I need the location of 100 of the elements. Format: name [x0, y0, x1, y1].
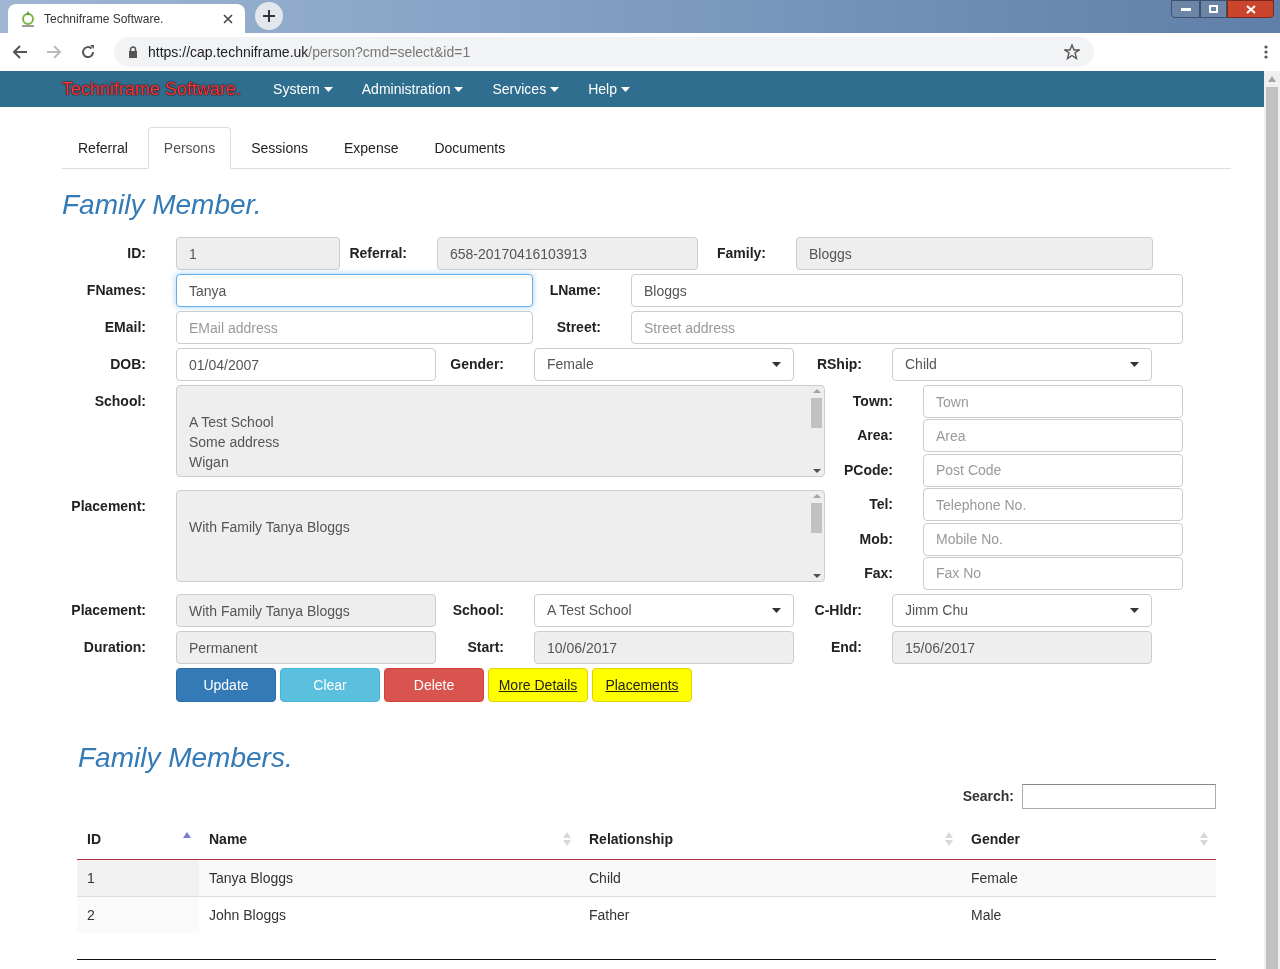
- tab[interactable]: Persons: [147, 127, 232, 169]
- input-field[interactable]: Telephone No.: [923, 488, 1183, 522]
- scroll-thumb[interactable]: [811, 503, 822, 533]
- table-cell-text: Tanya Bloggs: [208, 868, 295, 888]
- action-button[interactable]: Placements: [592, 668, 692, 702]
- input-field[interactable]: 01/04/2007: [176, 348, 436, 381]
- field-label: FNames:: [85, 281, 147, 300]
- dropdown-caret-icon: [772, 608, 781, 613]
- close-window-button[interactable]: [1227, 0, 1274, 18]
- select-field[interactable]: Child: [892, 348, 1152, 381]
- table-cell-text: John Bloggs: [208, 905, 288, 925]
- form-title: Family Member.: [62, 188, 263, 222]
- scrollbar[interactable]: [1264, 71, 1280, 969]
- field-label: School:: [451, 601, 505, 620]
- nav-menu[interactable]: Help: [588, 78, 630, 100]
- scroll-down-icon[interactable]: [812, 574, 821, 578]
- dropdown-caret-icon: [1130, 362, 1139, 367]
- table-cell-text: Female: [970, 868, 1019, 888]
- field-label: Referral:: [348, 244, 408, 263]
- input-field[interactable]: Town: [923, 385, 1183, 418]
- field-label: School:: [93, 392, 147, 411]
- scroll-up-icon[interactable]: [812, 389, 821, 393]
- field-label: Street:: [555, 318, 602, 337]
- url-text: https://cap.techniframe.uk/person?cmd=select&id=1: [148, 42, 472, 62]
- field-label: LName:: [548, 281, 602, 300]
- field-label: PCode:: [843, 460, 894, 480]
- input-field[interactable]: EMail address: [176, 311, 533, 344]
- nav-menu[interactable]: Services: [492, 78, 560, 100]
- input-field[interactable]: Street address: [631, 311, 1183, 344]
- select-field[interactable]: Female: [534, 348, 794, 381]
- input-field[interactable]: Mobile No.: [923, 522, 1183, 556]
- action-button[interactable]: More Details: [488, 668, 588, 702]
- field-label: Gender:: [449, 355, 505, 374]
- field-label: RShip:: [815, 355, 863, 374]
- star-icon[interactable]: [1064, 44, 1080, 60]
- select-field[interactable]: Jimm Chu: [892, 594, 1152, 627]
- field-label: EMail:: [103, 318, 147, 337]
- action-button[interactable]: Delete: [384, 668, 484, 702]
- scroll-up-icon[interactable]: [812, 494, 821, 498]
- input-field[interactable]: Bloggs: [631, 274, 1183, 307]
- action-button[interactable]: Update: [176, 668, 276, 702]
- back-icon[interactable]: [12, 44, 28, 60]
- column-header[interactable]: Name: [209, 828, 248, 850]
- scroll-up-icon[interactable]: [1268, 76, 1276, 82]
- address-bar[interactable]: https://cap.techniframe.uk/person?cmd=select&id=1: [114, 37, 1094, 67]
- caret-icon: [323, 86, 333, 92]
- scroll-thumb[interactable]: [811, 398, 822, 428]
- input-field[interactable]: Area: [923, 419, 1183, 453]
- column-header[interactable]: Gender: [971, 828, 1020, 850]
- tab[interactable]: Expense: [327, 127, 415, 169]
- lock-icon: [128, 46, 138, 58]
- caret-icon: [454, 86, 464, 92]
- column-header[interactable]: ID: [87, 828, 101, 850]
- field-label: ID:: [126, 244, 147, 263]
- table-cell-text: Father: [588, 905, 631, 925]
- table-cell: 1: [77, 860, 199, 896]
- field-label: Duration:: [82, 638, 147, 657]
- field-label: C-Hldr:: [813, 601, 863, 620]
- text-area[interactable]: A Test School Some address Wigan: [176, 385, 825, 477]
- maximize-button[interactable]: [1200, 0, 1227, 18]
- close-icon[interactable]: [223, 13, 233, 24]
- search-field[interactable]: [1022, 784, 1216, 809]
- scroll-down-icon[interactable]: [812, 469, 821, 473]
- column-header[interactable]: Relationship: [589, 828, 673, 850]
- text-area[interactable]: With Family Tanya Bloggs: [176, 490, 825, 582]
- tab[interactable]: Referral: [62, 127, 144, 169]
- table-cell-text: Child: [588, 868, 622, 888]
- field-label: Family:: [716, 244, 767, 263]
- field-label: Start:: [466, 638, 505, 657]
- tab-title: Techniframe Software.: [44, 10, 165, 28]
- field-label: Tel:: [868, 495, 894, 515]
- reload-icon[interactable]: [80, 44, 96, 60]
- input-field[interactable]: Post Code: [923, 453, 1183, 487]
- nav-menu[interactable]: System: [273, 78, 333, 100]
- field-label: Area:: [856, 426, 894, 446]
- table-title: Family Members.: [78, 741, 294, 775]
- forward-icon[interactable]: [46, 44, 62, 60]
- field-label: Town:: [851, 392, 894, 411]
- new-tab-button[interactable]: [255, 2, 283, 30]
- tab[interactable]: Sessions: [235, 127, 324, 169]
- search-label: Search:: [962, 787, 1014, 806]
- nav-menu[interactable]: Administration: [361, 78, 464, 100]
- minimize-button[interactable]: [1171, 0, 1200, 18]
- table-cell: 2: [77, 897, 199, 933]
- field-label: Mob:: [858, 529, 894, 549]
- tab[interactable]: Documents: [418, 127, 522, 169]
- field-label: Fax:: [863, 563, 894, 583]
- field-label: Placement:: [70, 497, 147, 516]
- dropdown-caret-icon: [1130, 608, 1139, 613]
- browser-tab[interactable]: Techniframe Software.: [8, 4, 245, 33]
- input-field[interactable]: Fax No: [923, 556, 1183, 590]
- input-field[interactable]: Tanya: [176, 274, 533, 307]
- caret-icon: [620, 86, 630, 92]
- close-icon: [1245, 4, 1256, 14]
- field-label: DOB:: [109, 355, 147, 374]
- menu-icon[interactable]: [1264, 45, 1268, 59]
- caret-icon: [550, 86, 560, 92]
- plus-icon: [262, 9, 276, 23]
- select-field[interactable]: A Test School: [534, 594, 794, 627]
- field-label: Placement:: [70, 601, 147, 620]
